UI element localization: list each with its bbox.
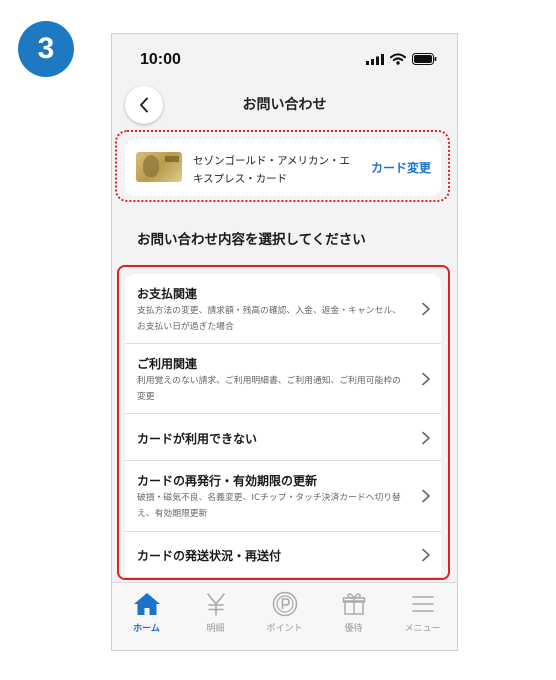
phone-screen: 10:00 お問い合わせ セゾンゴールド・アメリカン・エキスプレス・カード カー… (111, 33, 458, 651)
battery-icon (412, 53, 437, 65)
status-time: 10:00 (140, 51, 181, 68)
tab-points[interactable]: ポイント (250, 591, 319, 634)
status-bar: 10:00 (112, 34, 457, 84)
gift-icon (342, 593, 365, 615)
card-highlight-outline (115, 130, 450, 202)
page-title: お問い合わせ (242, 97, 327, 113)
status-icons (366, 53, 437, 65)
tab-label: メニュー (404, 624, 441, 634)
inquiry-list-highlight-outline (117, 265, 450, 580)
tab-menu[interactable]: メニュー (388, 591, 457, 634)
section-title: お問い合わせ内容を選択してください (137, 232, 366, 248)
cellular-signal-icon (366, 53, 384, 65)
tab-label: ポイント (266, 624, 303, 634)
home-icon (133, 593, 160, 615)
tab-label: 明細 (206, 624, 225, 634)
yen-icon (206, 593, 225, 616)
tab-label: 優待 (344, 624, 363, 634)
menu-icon (411, 596, 434, 612)
tab-home[interactable]: ホーム (112, 591, 181, 634)
tab-benefits[interactable]: 優待 (319, 591, 388, 634)
tab-label: ホーム (133, 624, 160, 634)
navigation-bar: お問い合わせ (112, 84, 457, 134)
tab-bar: ホーム 明細 ポイント 優待 メニュー (112, 582, 457, 650)
wifi-icon (390, 53, 406, 65)
tab-statement[interactable]: 明細 (181, 591, 250, 634)
point-icon (272, 591, 297, 617)
step-number-badge: 3 (18, 21, 74, 77)
